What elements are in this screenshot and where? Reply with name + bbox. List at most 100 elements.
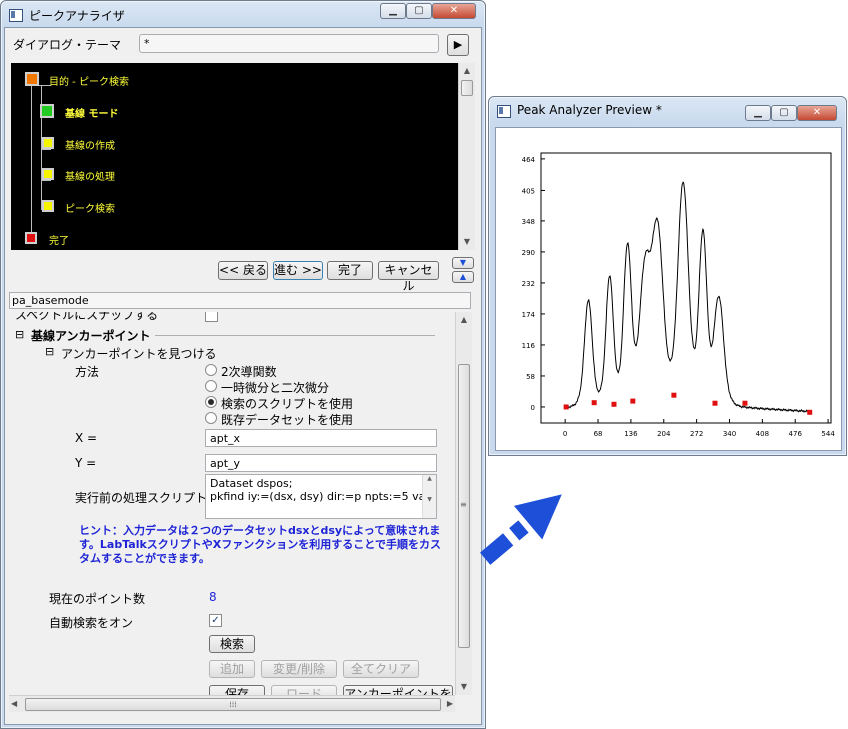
snap-to-spectrum-label: スペクトルにスナップする (15, 312, 159, 322)
y-tick-label: 232 (522, 280, 535, 288)
section-title: 基線アンカーポイント (31, 329, 151, 343)
anchor-point (807, 409, 813, 415)
method-radio-1st-2nd-derivative[interactable] (205, 380, 217, 392)
tree-node-finish[interactable] (25, 232, 37, 244)
snap-to-spectrum-checkbox[interactable] (205, 312, 218, 322)
subsection-title: アンカーポイントを見つける (61, 347, 217, 361)
pointer-arrow-icon (480, 494, 562, 565)
anchor-point (671, 392, 677, 398)
finish-button[interactable]: 完了 (327, 261, 373, 280)
y-field[interactable]: apt_y (205, 454, 437, 472)
peak-analyzer-window: ピークアナライザ ▁ ▢ ✕ ダイアログ・テーマ * ▶ 目的 - ピーク検索 … (0, 0, 486, 729)
scroll-right-arrow[interactable]: ▶ (447, 696, 453, 712)
anchor-point (611, 401, 617, 407)
wizard-map-panel: 目的 - ピーク検索 基線 モード 基線の作成 基線の処理 ピーク検索 完了 (11, 63, 458, 250)
cancel-button[interactable]: キャンセル (378, 261, 439, 293)
scroll-thumb[interactable]: ⁞⁞⁞ (25, 698, 441, 711)
back-button[interactable]: << 戻る (218, 261, 268, 280)
tree-scrollbar[interactable]: ▲ ▼ (458, 63, 475, 250)
scroll-down-arrow[interactable]: ▼ (456, 679, 472, 695)
scroll-up-arrow[interactable]: ▲ (456, 312, 472, 328)
theme-label: ダイアログ・テーマ (13, 38, 122, 52)
modify-delete-button[interactable]: 変更/削除 (261, 660, 337, 678)
search-button[interactable]: 検索 (209, 635, 255, 653)
y-tick-label: 464 (522, 156, 536, 164)
tree-node-find-peaks[interactable] (42, 200, 54, 212)
tree-trunk-line (31, 79, 32, 237)
collapse-up-button[interactable]: ▼ (452, 257, 474, 269)
tree-label-goal[interactable]: 目的 - ピーク検索 (49, 73, 129, 88)
preview-title-bar[interactable]: Peak Analyzer Preview * ▁ ▢ ✕ (489, 97, 846, 125)
tree-node-goal[interactable] (25, 72, 39, 86)
next-button[interactable]: 進む >> (273, 261, 323, 280)
method-option-label[interactable]: 既存データセットを使用 (221, 411, 353, 428)
minimize-button[interactable]: ▁ (745, 105, 771, 121)
theme-field[interactable]: * (139, 34, 439, 53)
y-label: Y = (75, 456, 97, 470)
tree-label-create-baseline[interactable]: 基線の作成 (65, 137, 115, 152)
collapse-down-button[interactable]: ▲ (452, 271, 474, 283)
y-tick-label: 348 (522, 218, 535, 226)
scroll-down-arrow[interactable]: ▼ (459, 234, 475, 250)
auto-search-checkbox[interactable]: ✓ (209, 614, 222, 627)
y-tick-label: 116 (522, 342, 536, 350)
method-radio-existing-dataset[interactable] (205, 412, 217, 424)
script-textarea[interactable]: Dataset dspos; pkfind iy:=(dsx, dsy) dir… (205, 474, 437, 519)
x-field[interactable]: apt_x (205, 429, 437, 447)
x-tick-label: 0 (563, 430, 567, 438)
scroll-grip-icon: ≡ (460, 500, 467, 509)
anchor-point (591, 400, 597, 406)
maximize-button[interactable]: ▢ (406, 3, 432, 19)
scroll-thumb[interactable] (461, 80, 473, 96)
page-name-field: pa_basemode (9, 292, 471, 309)
method-radio-search-script[interactable] (205, 396, 217, 408)
tree-label-baseline-mode[interactable]: 基線 モード (65, 105, 118, 120)
app-icon (9, 9, 23, 22)
minimize-button[interactable]: ▁ (380, 3, 406, 19)
x-tick-label: 272 (690, 430, 703, 438)
theme-menu-button[interactable]: ▶ (447, 34, 469, 56)
script-line: Dataset dspos; (210, 477, 293, 490)
section-divider (155, 335, 435, 336)
signal-line (565, 181, 810, 413)
x-tick-label: 544 (821, 430, 835, 438)
method-option-label[interactable]: 2次導関数 (221, 363, 277, 380)
scroll-left-arrow[interactable]: ◀ (11, 696, 17, 712)
tree-label-find-peaks[interactable]: ピーク検索 (65, 200, 115, 215)
method-option-label[interactable]: 検索のスクリプトを使用 (221, 395, 353, 412)
points-count-label: 現在のポイント数 (49, 592, 146, 606)
tree-label-finish[interactable]: 完了 (49, 232, 69, 247)
title-bar[interactable]: ピークアナライザ ▁ ▢ ✕ (1, 1, 485, 29)
scroll-up-arrow[interactable]: ▲ (459, 63, 475, 79)
tree-node-treat-baseline[interactable] (42, 168, 54, 180)
subsection-collapse-icon[interactable]: ⊟ (45, 345, 54, 358)
anchor-point (630, 398, 636, 404)
x-tick-label: 136 (624, 430, 638, 438)
x-tick-label: 340 (723, 430, 736, 438)
y-tick-label: 0 (531, 404, 535, 412)
clear-all-button[interactable]: 全てクリア (343, 660, 419, 678)
app-icon (497, 105, 511, 118)
x-label: X = (75, 431, 98, 445)
add-button[interactable]: 追加 (209, 660, 255, 678)
method-option-label[interactable]: 一時微分と二次微分 (221, 379, 329, 396)
anchor-point (712, 400, 718, 406)
auto-search-label: 自動検索をオン (49, 616, 134, 630)
y-tick-label: 174 (522, 311, 536, 319)
points-count-value: 8 (209, 590, 217, 604)
preview-title: Peak Analyzer Preview * (517, 103, 662, 117)
close-button[interactable]: ✕ (797, 105, 837, 121)
y-tick-label: 290 (522, 249, 535, 257)
section-collapse-icon[interactable]: ⊟ (15, 328, 24, 341)
maximize-button[interactable]: ▢ (771, 105, 797, 121)
close-button[interactable]: ✕ (432, 3, 476, 19)
tree-label-treat-baseline[interactable]: 基線の処理 (65, 168, 115, 183)
method-radio-2nd-derivative[interactable] (205, 364, 217, 376)
x-tick-label: 68 (594, 430, 603, 438)
x-tick-label: 476 (789, 430, 803, 438)
settings-hscrollbar[interactable]: ◀ ⁞⁞⁞ ▶ (9, 695, 455, 712)
method-label: 方法 (75, 365, 100, 379)
script-scrollbar[interactable]: ▲ ▼ (422, 475, 436, 518)
tree-node-baseline-mode[interactable] (40, 104, 54, 118)
tree-node-create-baseline[interactable] (42, 137, 54, 149)
